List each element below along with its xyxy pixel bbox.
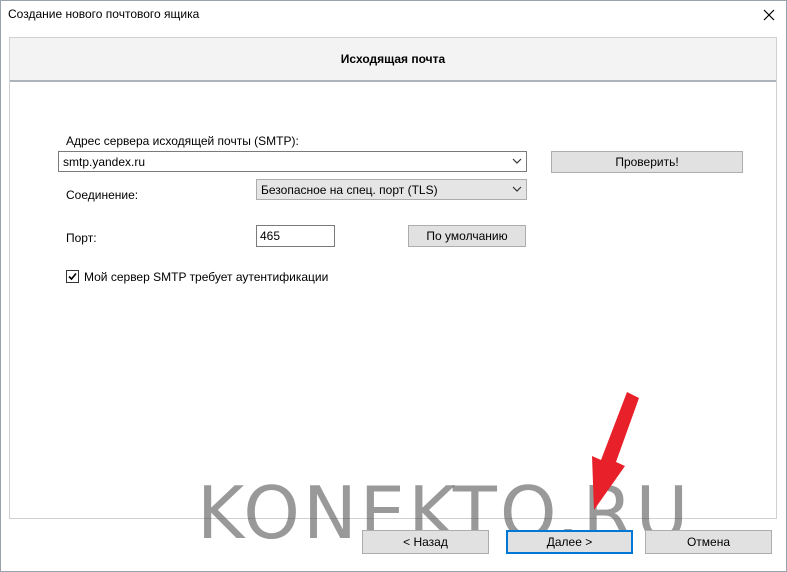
page-title: Исходящая почта xyxy=(340,52,446,66)
next-button[interactable]: Далее > xyxy=(506,530,633,554)
chevron-down-icon[interactable] xyxy=(512,157,522,166)
port-label: Порт: xyxy=(66,231,97,245)
smtp-server-combo[interactable]: smtp.yandex.ru xyxy=(58,151,527,172)
page-header: Исходящая почта xyxy=(10,38,776,82)
connection-value: Безопасное на спец. порт (TLS) xyxy=(261,183,438,197)
wizard-page: Исходящая почта Адрес сервера исходящей … xyxy=(9,37,777,519)
back-button[interactable]: < Назад xyxy=(362,530,489,554)
smtp-server-label: Адрес сервера исходящей почты (SMTP): xyxy=(66,134,299,148)
smtp-server-value: smtp.yandex.ru xyxy=(63,155,146,169)
port-input[interactable]: 465 xyxy=(256,225,335,247)
connection-select[interactable]: Безопасное на спец. порт (TLS) xyxy=(256,179,527,200)
check-button[interactable]: Проверить! xyxy=(551,151,743,173)
port-value: 465 xyxy=(260,229,281,243)
connection-label: Соединение: xyxy=(66,188,139,202)
wizard-window: Создание нового почтового ящика Исходяща… xyxy=(0,0,787,572)
close-icon[interactable] xyxy=(758,4,780,26)
default-port-button[interactable]: По умолчанию xyxy=(408,225,526,247)
auth-checkbox[interactable] xyxy=(66,270,79,283)
title-bar: Создание нового почтового ящика xyxy=(1,1,786,29)
checkmark-icon xyxy=(68,272,77,281)
auth-checkbox-label[interactable]: Мой сервер SMTP требует аутентификации xyxy=(84,270,328,284)
window-title: Создание нового почтового ящика xyxy=(8,7,200,21)
cancel-button[interactable]: Отмена xyxy=(645,530,772,554)
chevron-down-icon[interactable] xyxy=(512,185,522,194)
